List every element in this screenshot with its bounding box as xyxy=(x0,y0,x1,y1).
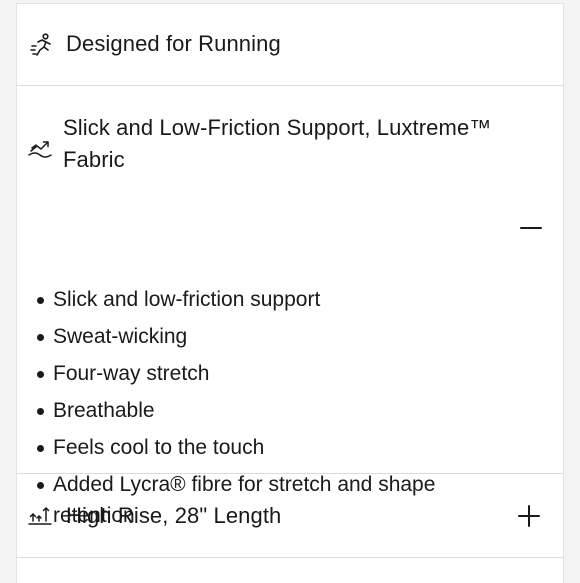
product-details-accordion: Designed for Running Slick and Low-Frict… xyxy=(16,3,564,583)
feature-item: Feels cool to the touch xyxy=(33,432,513,463)
accordion-row-rise[interactable]: High Rise, 28" Length xyxy=(17,474,563,558)
accordion-header-fabric[interactable]: Slick and Low-Friction Support, Luxtreme… xyxy=(17,86,563,229)
rise-arrows-icon xyxy=(27,502,53,528)
row-title-rise: High Rise, 28" Length xyxy=(66,503,282,528)
feature-item: Breathable xyxy=(33,395,513,426)
row-title-fabric-line2: Fabric xyxy=(63,147,125,172)
row-title-running: Designed for Running xyxy=(66,31,281,56)
accordion-row-fabric: Slick and Low-Friction Support, Luxtreme… xyxy=(17,86,563,527)
glide-trend-icon xyxy=(27,134,53,160)
feature-item: Four-way stretch xyxy=(33,358,513,389)
accordion-row-running[interactable]: Designed for Running xyxy=(17,4,563,86)
running-person-icon xyxy=(29,32,55,58)
feature-item: Slick and low-friction support xyxy=(33,284,513,315)
expand-plus-icon[interactable] xyxy=(515,502,543,530)
row-title-fabric-line1: Slick and Low-Friction Support, Luxtreme… xyxy=(63,115,492,140)
feature-item: Sweat-wicking xyxy=(33,321,513,352)
collapse-minus-icon[interactable] xyxy=(517,214,545,242)
